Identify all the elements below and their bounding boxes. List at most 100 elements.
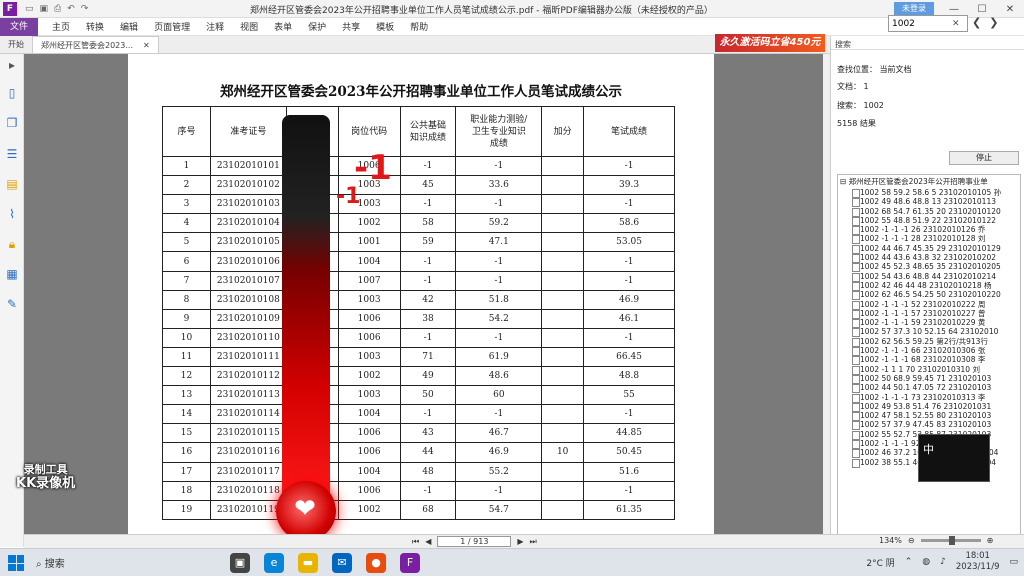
open-icon[interactable]: ▭ (25, 4, 34, 14)
search-result-count: 5158 结果 (837, 119, 876, 128)
menu-comment[interactable]: 注释 (198, 20, 232, 33)
search-result-item[interactable]: 1002 49 53.8 51.4 76 2310201031 (838, 402, 1020, 413)
menu-edit[interactable]: 编辑 (112, 20, 146, 33)
table-cell: -1 (455, 155, 543, 177)
search-result-item[interactable]: 1002 57 37.9 47.45 83 231020103 (838, 420, 1020, 431)
bookmark-icon[interactable]: ▯ (5, 86, 19, 100)
edge-icon[interactable]: e (264, 553, 284, 573)
table-cell: 23102010107 (209, 270, 287, 291)
zoom-out-icon[interactable]: ⊖ (908, 536, 915, 545)
search-result-item[interactable]: 1002 45 52.3 48.65 35 23102010205 (838, 262, 1020, 273)
search-result-item[interactable]: 1002 54 43.6 48.8 44 23102010214 (838, 272, 1020, 283)
menu-view[interactable]: 视图 (232, 20, 266, 33)
search-result-item[interactable]: 1002 44 46.7 45.35 29 23102010129 (838, 244, 1020, 255)
search-result-item[interactable]: 1002 47 58.1 52.55 80 231020103 (838, 411, 1020, 422)
search-input[interactable] (892, 18, 952, 29)
menu-template[interactable]: 模板 (368, 20, 402, 33)
search-result-item[interactable]: 1002 44 50.1 47.05 72 231020103 (838, 383, 1020, 394)
save-icon[interactable]: ▣ (40, 4, 49, 14)
redo-icon[interactable]: ↷ (81, 4, 89, 14)
results-root[interactable]: ⊟ 郑州经开区管委会2023年公开招聘事业单 (838, 175, 1020, 188)
document-tab-bar: 开始 郑州经开区管委会2023... ✕ (0, 36, 830, 54)
menu-home[interactable]: 主页 (44, 20, 78, 33)
search-result-item[interactable]: 1002 68 54.7 61.35 20 23102010120 (838, 207, 1020, 217)
recorder-app-icon[interactable]: ● (366, 553, 386, 573)
search-result-item[interactable]: 1002 42 46 44 48 23102010218 杨 (838, 281, 1020, 292)
tools-icon[interactable]: ✎ (5, 297, 19, 311)
zoom-in-icon[interactable]: ⊕ (987, 536, 994, 545)
clock[interactable]: 18:01 2023/11/9 (956, 551, 1000, 573)
search-result-item[interactable]: 1002 -1 -1 -1 52 23102010222 周 (838, 300, 1020, 310)
foxit-app-icon[interactable]: F (400, 553, 420, 573)
search-result-item[interactable]: 1002 -1 -1 -1 57 23102010227 曾 (838, 309, 1020, 320)
table-cell: -1 (455, 327, 543, 348)
pan-arrow-icon[interactable]: ▸ (5, 58, 19, 72)
page-number-field[interactable]: 1 / 913 (437, 536, 512, 547)
menu-help[interactable]: 帮助 (402, 20, 436, 33)
search-prev-icon[interactable]: ❮ (972, 16, 981, 29)
form-icon[interactable]: ▦ (5, 267, 19, 281)
table-cell: 1003 (337, 346, 401, 368)
close-button[interactable]: ✕ (996, 4, 1024, 15)
layers-icon[interactable]: ☰ (5, 147, 19, 161)
prev-page-icon[interactable]: ◀ (425, 537, 431, 546)
search-result-item[interactable]: 1002 -1 -1 -1 73 23102010313 李 (838, 393, 1020, 403)
table-cell: 46.1 (583, 308, 675, 329)
search-result-item[interactable]: 1002 62 56.5 59.25 第2行/共913行 (838, 337, 1020, 348)
search-result-item[interactable]: 1002 -1 -1 -1 66 23102010306 张 (838, 346, 1020, 357)
notification-icon[interactable]: ▭ (1009, 557, 1018, 567)
maximize-button[interactable]: ☐ (968, 4, 996, 15)
attachment-icon[interactable]: ⌇ (5, 207, 19, 221)
weather-widget[interactable]: 2°C 阴 (866, 556, 894, 569)
mail-icon[interactable]: ✉ (332, 553, 352, 573)
search-result-item[interactable]: 1002 -1 1 1 70 23102010310 刘 (838, 365, 1020, 375)
volume-icon[interactable]: ♪ (940, 557, 946, 567)
first-page-icon[interactable]: ⏮ (412, 537, 419, 547)
undo-icon[interactable]: ↶ (67, 4, 75, 14)
comment-icon[interactable]: ▤ (5, 177, 19, 191)
menu-convert[interactable]: 转换 (78, 20, 112, 33)
tab-current-document[interactable]: 郑州经开区管委会2023... ✕ (32, 36, 159, 53)
table-cell: 1004 (337, 251, 401, 272)
file-explorer-icon[interactable]: ▬ (298, 553, 318, 573)
network-icon[interactable]: ◍ (922, 557, 930, 567)
search-result-item[interactable]: 1002 58 59.2 58.6 5 23102010105 孙 (838, 188, 1020, 199)
stop-search-button[interactable]: 停止 (949, 151, 1019, 165)
menu-file[interactable]: 文件 (0, 17, 39, 36)
search-result-item[interactable]: 1002 62 46.5 54.25 50 23102010220 (838, 290, 1020, 301)
search-results-tree[interactable]: ⊟ 郑州经开区管委会2023年公开招聘事业单 1002 58 59.2 58.6… (837, 174, 1021, 544)
login-button[interactable]: 未登录 (894, 2, 934, 16)
zoom-level[interactable]: 134% (879, 536, 902, 545)
promo-banner[interactable]: 永久激活码立省450元 (715, 34, 825, 52)
search-result-item[interactable]: 1002 -1 -1 -1 28 23102010128 刘 (838, 234, 1020, 245)
menu-share[interactable]: 共享 (334, 20, 368, 33)
minimize-button[interactable]: — (940, 4, 968, 15)
pages-icon[interactable]: ❐ (5, 116, 19, 130)
search-result-item[interactable]: 1002 55 48.8 51.9 22 23102010122 (838, 216, 1020, 227)
next-page-icon[interactable]: ▶ (517, 537, 523, 546)
clear-search-icon[interactable]: ✕ (952, 19, 960, 29)
search-result-item[interactable]: 1002 50 68.9 59.45 71 231020103 (838, 374, 1020, 385)
search-result-item[interactable]: 1002 57 37.3 10 52.15 64 23102010 (838, 327, 1020, 338)
print-icon[interactable]: ⎙ (54, 4, 61, 14)
menu-form[interactable]: 表单 (266, 20, 300, 33)
search-result-item[interactable]: 1002 -1 -1 -1 68 23102010308 李 (838, 355, 1020, 366)
last-page-icon[interactable]: ⏭ (530, 537, 537, 547)
tab-start[interactable]: 开始 (0, 36, 32, 53)
search-next-icon[interactable]: ❯ (989, 16, 998, 29)
search-result-item[interactable]: 1002 44 43.6 43.8 32 23102010202 (838, 253, 1020, 264)
menu-page-manage[interactable]: 页面管理 (146, 20, 198, 33)
search-result-item[interactable]: 1002 -1 -1 -1 59 23102010229 黄 (838, 318, 1020, 329)
vertical-scrollbar[interactable] (823, 54, 830, 534)
lock-icon[interactable]: 🔒︎ (5, 237, 19, 251)
start-button[interactable] (8, 555, 24, 571)
taskbar-search[interactable]: ⌕ 搜索 (36, 555, 65, 570)
menu-protect[interactable]: 保护 (300, 20, 334, 33)
tab-close-icon[interactable]: ✕ (143, 37, 150, 54)
document-viewport[interactable]: 郑州经开区管委会2023年公开招聘事业单位工作人员笔试成绩公示 序号 准考证号 … (24, 54, 824, 534)
tray-chevron-icon[interactable]: ⌃ (905, 557, 913, 567)
search-result-item[interactable]: 1002 49 48.6 48.8 13 23102010113 (838, 197, 1020, 208)
zoom-slider[interactable] (920, 536, 981, 545)
task-view-icon[interactable]: ▣ (230, 553, 250, 573)
zoom-knob[interactable] (948, 536, 955, 545)
